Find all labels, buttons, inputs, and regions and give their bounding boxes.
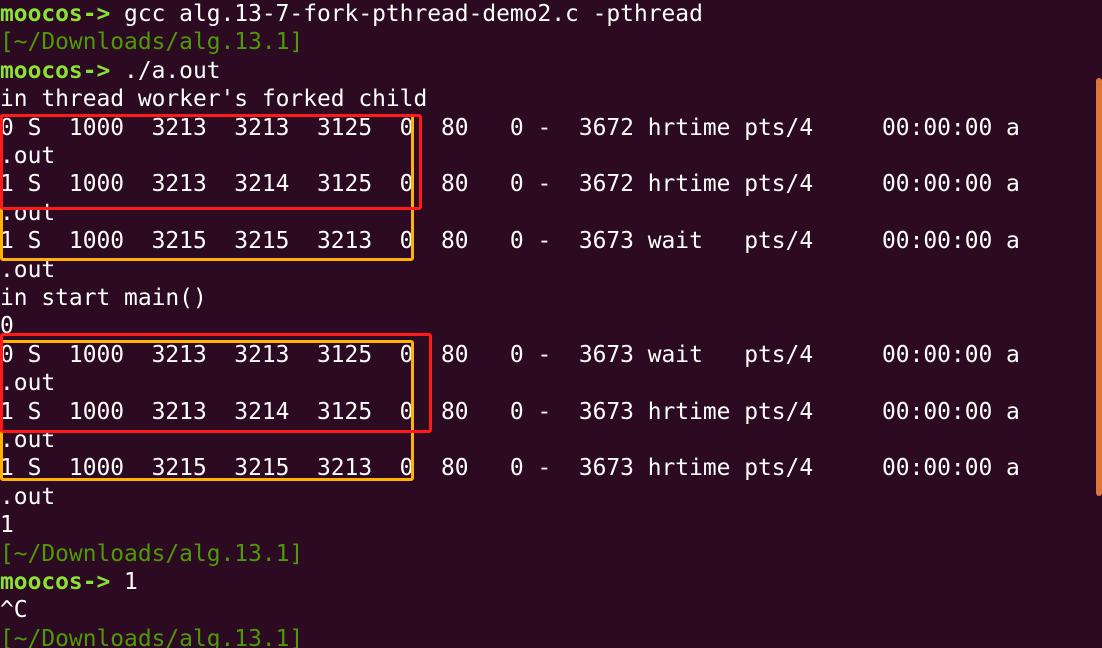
shell-prompt: moocos-> [0, 569, 111, 595]
terminal-window[interactable]: moocos-> gcc alg.13-7-fork-pthread-demo2… [0, 0, 1102, 648]
output-line: in thread worker's forked child [0, 86, 428, 113]
cwd-path: [~/Downloads/alg.13.1] [0, 625, 304, 648]
command-text: gcc alg.13-7-fork-pthread-demo2.c -pthre… [110, 1, 703, 27]
highlight-box-red-2 [0, 333, 432, 433]
output-line: .out [0, 483, 56, 510]
output-line: in start main() [0, 285, 207, 311]
terminal-line: moocos-> 1 [0, 568, 138, 596]
command-text: 1 [110, 569, 138, 595]
shell-prompt: moocos-> [0, 1, 111, 27]
output-line: 1 [0, 512, 14, 539]
terminal-scrollbar[interactable] [1096, 78, 1102, 496]
output-line: ^C [0, 597, 28, 624]
cwd-path: [~/Downloads/alg.13.1] [0, 540, 304, 567]
terminal-line: moocos-> ./a.out [0, 57, 221, 85]
terminal-line: moocos-> gcc alg.13-7-fork-pthread-demo2… [0, 0, 703, 28]
shell-prompt: moocos-> [0, 57, 111, 84]
command-text: ./a.out [110, 57, 221, 84]
cwd-path: [~/Downloads/alg.13.1] [0, 29, 304, 56]
highlight-box-red-1 [0, 114, 422, 210]
